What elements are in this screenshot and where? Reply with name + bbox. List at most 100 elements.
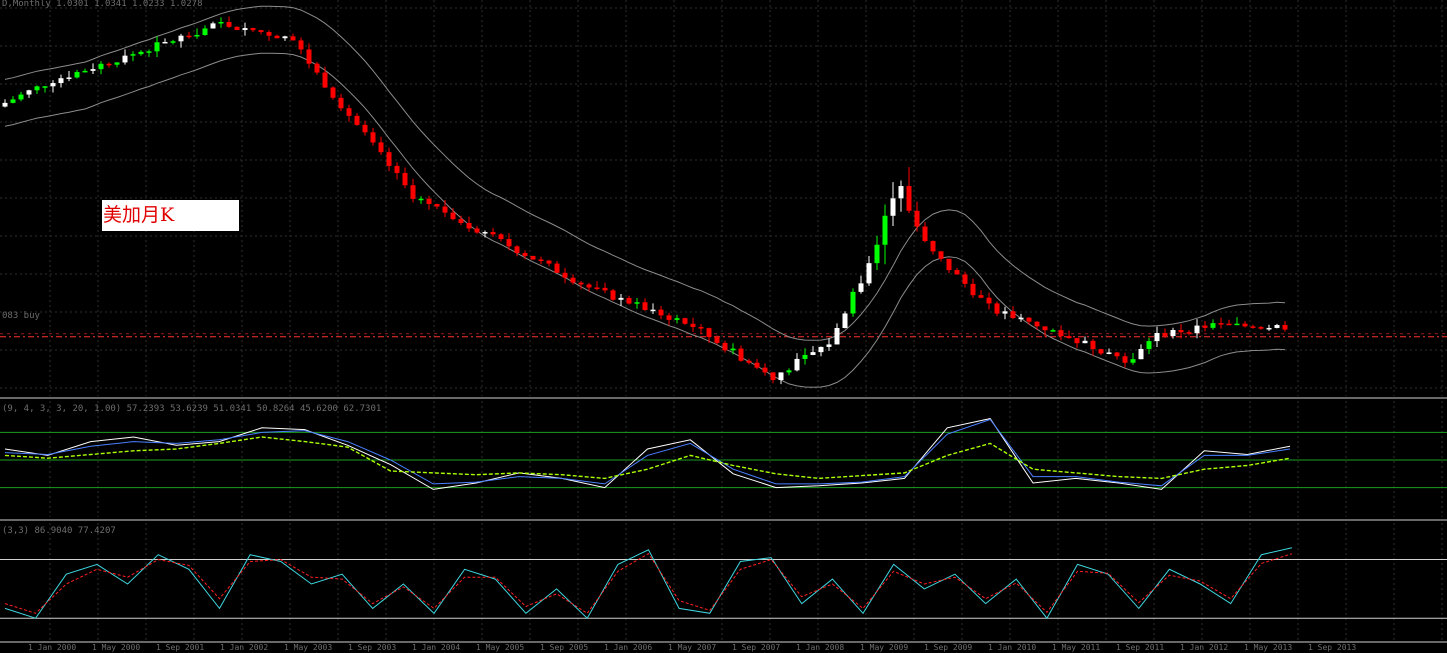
buy-level-label: 083 buy	[2, 311, 40, 321]
candle-body	[938, 251, 944, 259]
candle-body	[130, 54, 136, 56]
candle-body	[74, 72, 80, 78]
oscillator-series-2	[4, 418, 1291, 487]
candle-body	[418, 198, 424, 201]
candle-body	[730, 348, 736, 351]
x-tick-label: 1 Jan 2004	[412, 643, 460, 652]
candle-body	[522, 253, 528, 256]
candle-body	[450, 212, 456, 220]
candle-body	[42, 86, 48, 88]
x-tick-label: 1 Sep 2007	[732, 643, 780, 652]
candle-body	[762, 367, 768, 373]
candle-body	[250, 28, 256, 31]
candle-body	[666, 315, 672, 320]
candle-body	[962, 274, 968, 284]
x-tick-label: 1 May 2000	[92, 643, 140, 652]
candle-body	[866, 263, 872, 284]
candle-body	[258, 30, 264, 33]
stochastic-panel[interactable]	[0, 547, 1447, 620]
candle-body	[986, 297, 992, 304]
candle-body	[218, 22, 224, 24]
candle-body	[1010, 311, 1016, 319]
candle-body	[466, 222, 472, 229]
oscillator-header: (9, 4, 3, 3, 20, 1.00) 57.2393 53.6239 5…	[2, 404, 382, 414]
x-tick-label: 1 Jan 2010	[988, 643, 1036, 652]
x-tick-label: 1 May 2013	[1244, 643, 1292, 652]
oscillator-series-1	[4, 418, 1291, 490]
candle-body	[554, 263, 560, 273]
candle-body	[514, 246, 520, 254]
candle-body	[162, 41, 168, 44]
candle-body	[1258, 327, 1264, 329]
x-tick-label: 1 May 2007	[668, 643, 716, 652]
candle-body	[170, 41, 176, 43]
candle-body	[1082, 340, 1088, 344]
candle-body	[1226, 323, 1232, 326]
envelope-upper	[4, 5, 1286, 341]
candle-body	[306, 49, 312, 64]
candle-body	[602, 287, 608, 291]
candle-body	[298, 40, 304, 50]
candle-body	[226, 22, 232, 27]
x-tick-label: 1 Jan 2000	[28, 643, 76, 652]
candle-body	[26, 90, 32, 95]
candle-body	[1058, 330, 1064, 337]
x-tick-label: 1 Jan 2008	[796, 643, 844, 652]
candle-body	[378, 142, 384, 153]
candle-body	[394, 165, 400, 173]
candle-body	[634, 302, 640, 304]
x-tick-label: 1 May 2005	[476, 643, 524, 652]
candle-body	[186, 35, 192, 38]
candle-body	[1202, 325, 1208, 328]
candle-body	[570, 277, 576, 283]
candle-body	[682, 318, 688, 324]
candle-body	[1114, 352, 1120, 357]
candle-body	[954, 270, 960, 275]
candle-body	[906, 186, 912, 211]
candle-body	[834, 328, 840, 345]
buy-level-line[interactable]	[0, 333, 1447, 338]
candle-body	[1042, 326, 1048, 331]
candle-body	[1098, 349, 1104, 354]
candle-body	[458, 219, 464, 223]
candle-body	[1050, 330, 1056, 332]
candle-body	[274, 35, 280, 39]
candle-body	[338, 97, 344, 109]
candle-body	[178, 35, 184, 42]
candle-body	[58, 78, 64, 84]
candle-body	[922, 226, 928, 242]
candle-body	[714, 336, 720, 343]
candle-body	[154, 42, 160, 52]
candle-body	[946, 258, 952, 271]
candle-body	[802, 354, 808, 359]
candle-body	[578, 282, 584, 285]
oscillator-panel[interactable]	[0, 418, 1447, 490]
x-axis-labels: 1 Jan 2000 1 May 2000 1 Sep 2001 1 Jan 2002…	[28, 643, 1356, 652]
candle-body	[1162, 332, 1168, 337]
candle-body	[138, 51, 144, 55]
candle-body	[234, 26, 240, 31]
candle-body	[642, 302, 648, 310]
candle-body	[1090, 340, 1096, 350]
candle-body	[810, 352, 816, 355]
price-chart[interactable]: 1 Jan 2000 1 May 2000 1 Sep 2001 1 Jan 2002…	[0, 0, 1447, 653]
candle-body	[1194, 325, 1200, 334]
candle-body	[90, 69, 96, 71]
candle-body	[786, 370, 792, 373]
candle-body	[314, 63, 320, 73]
candle-body	[562, 272, 568, 278]
candle-body	[738, 348, 744, 361]
candle-body	[490, 232, 496, 235]
candle-body	[362, 124, 368, 133]
x-tick-label: 1 May 2003	[284, 643, 332, 652]
candle-body	[818, 346, 824, 353]
stochastic-series-2	[4, 553, 1293, 614]
candle-body	[194, 34, 200, 37]
candle-body	[290, 36, 296, 41]
candle-body	[858, 283, 864, 292]
candle-body	[890, 198, 896, 216]
candle-body	[122, 55, 128, 63]
candle-body	[1034, 321, 1040, 327]
candle-body	[346, 108, 352, 116]
candle-body	[1130, 359, 1136, 363]
